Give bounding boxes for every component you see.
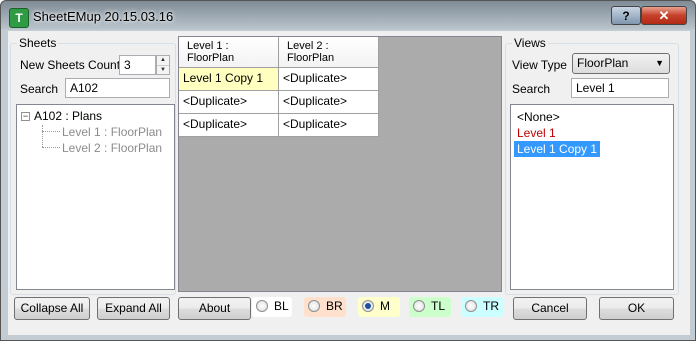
list-item[interactable]: <None>: [514, 109, 563, 125]
views-search-input[interactable]: Level 1: [571, 78, 669, 98]
view-type-value: FloorPlan: [577, 56, 629, 70]
position-br-option[interactable]: BR: [304, 297, 346, 317]
radio-label: BR: [326, 299, 343, 313]
grid-column-header[interactable]: Level 2 : FloorPlan: [279, 37, 379, 68]
views-group-title: Views: [512, 36, 548, 50]
list-item-selected[interactable]: Level 1 Copy 1: [514, 141, 601, 157]
grid-cell[interactable]: <Duplicate>: [179, 114, 279, 137]
views-search-label: Search: [512, 82, 551, 96]
collapse-all-button[interactable]: Collapse All: [14, 297, 90, 320]
grid-cell[interactable]: <Duplicate>: [279, 68, 379, 91]
radio-br[interactable]: [308, 300, 320, 312]
ok-button[interactable]: OK: [599, 297, 674, 320]
tree-connector: [42, 125, 43, 147]
radio-bl[interactable]: [256, 300, 268, 312]
sheets-search-input[interactable]: A102: [65, 78, 170, 98]
grid-cell[interactable]: <Duplicate>: [179, 91, 279, 114]
sheets-search-label: Search: [20, 82, 59, 96]
radio-label: TR: [483, 299, 499, 313]
app-window: T SheetEMup 20.15.03.16 ? ✕ Sheets New S…: [0, 0, 696, 341]
window-title: SheetEMup 20.15.03.16: [33, 9, 174, 24]
cancel-button[interactable]: Cancel: [513, 297, 587, 320]
position-tl-option[interactable]: TL: [409, 297, 451, 317]
dropdown-arrow-icon[interactable]: ▼: [655, 54, 664, 73]
radio-m[interactable]: [362, 300, 374, 312]
grid-cell[interactable]: <Duplicate>: [279, 91, 379, 114]
tree-connector: [42, 147, 60, 148]
radio-label: TL: [431, 299, 446, 313]
radio-tr[interactable]: [465, 300, 477, 312]
about-button[interactable]: About: [178, 297, 251, 320]
new-sheets-count-input[interactable]: 3: [119, 55, 156, 75]
sheets-tree[interactable]: − A102 : Plans Level 1 : FloorPlan Level…: [16, 104, 175, 290]
position-bl-option[interactable]: BL: [252, 297, 292, 317]
position-m-option[interactable]: M: [358, 297, 400, 317]
radio-label: BL: [274, 299, 289, 313]
expand-all-button[interactable]: Expand All: [97, 297, 170, 320]
grid-column-header[interactable]: Level 1 : FloorPlan: [179, 37, 279, 68]
views-list[interactable]: <None> Level 1 Level 1 Copy 1: [510, 104, 674, 290]
sheets-count-stepper[interactable]: ▲ ▼: [156, 55, 170, 75]
spin-up-icon[interactable]: ▲: [157, 56, 169, 66]
tree-node-child[interactable]: Level 2 : FloorPlan: [62, 141, 162, 155]
radio-label: M: [380, 299, 390, 313]
grid-cell[interactable]: Level 1 Copy 1: [179, 68, 279, 91]
tree-collapse-icon[interactable]: −: [21, 112, 30, 121]
tree-node-child[interactable]: Level 1 : FloorPlan: [62, 125, 162, 139]
view-type-select[interactable]: FloorPlan ▼: [572, 53, 670, 74]
new-sheets-count-label: New Sheets Count:: [20, 58, 124, 72]
tree-node-root[interactable]: A102 : Plans: [34, 109, 102, 123]
view-type-label: View Type: [512, 58, 567, 72]
tree-connector: [42, 131, 60, 132]
list-item[interactable]: Level 1: [514, 125, 559, 141]
close-button[interactable]: ✕: [641, 6, 687, 25]
position-tr-option[interactable]: TR: [461, 297, 503, 317]
grid-cell[interactable]: <Duplicate>: [279, 114, 379, 137]
dialog-client-area: Sheets New Sheets Count: 3 ▲ ▼ Search A1…: [8, 31, 690, 335]
radio-tl[interactable]: [413, 300, 425, 312]
spin-down-icon[interactable]: ▼: [157, 66, 169, 75]
app-icon: T: [9, 8, 29, 28]
help-button[interactable]: ?: [611, 6, 641, 25]
title-bar[interactable]: T SheetEMup 20.15.03.16 ? ✕: [1, 1, 695, 31]
sheets-group-title: Sheets: [17, 36, 59, 50]
sheet-grid[interactable]: Level 1 : FloorPlan Level 2 : FloorPlan …: [178, 36, 502, 292]
